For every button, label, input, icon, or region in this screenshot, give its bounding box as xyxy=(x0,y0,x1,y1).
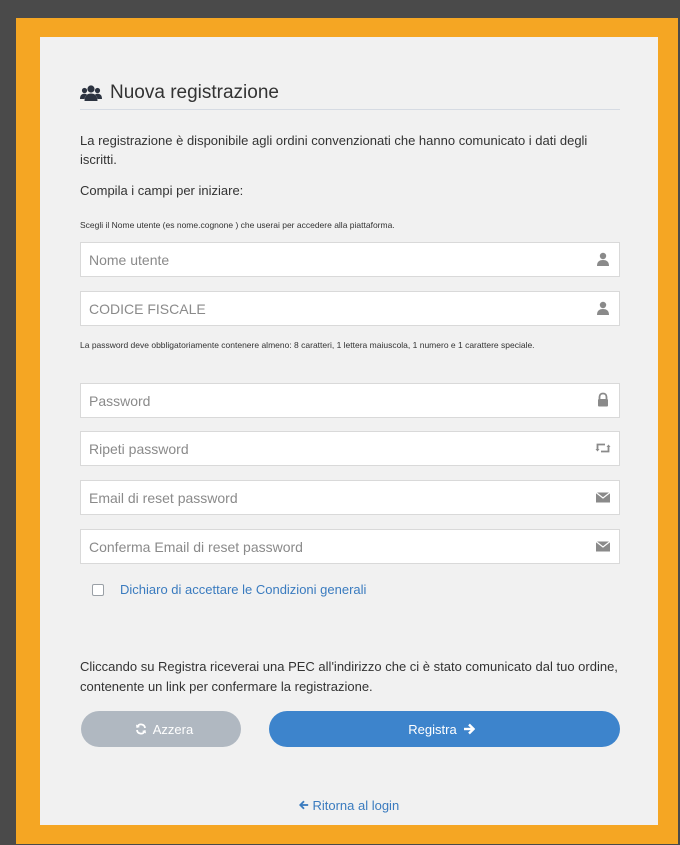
compila-text: Compila i campi per iniziare: xyxy=(80,183,244,198)
password-hint: La password deve obbligatoriamente conte… xyxy=(80,340,535,350)
username-field[interactable] xyxy=(80,242,620,277)
user-icon xyxy=(597,252,609,266)
intro-text: La registrazione è disponibile agli ordi… xyxy=(80,133,588,167)
register-button-label: Registra xyxy=(408,721,457,737)
page-title: Nuova registrazione xyxy=(110,82,279,103)
codice-fiscale-input[interactable] xyxy=(81,292,569,325)
pec-notice: Cliccando su Registra riceverai una PEC … xyxy=(80,659,618,694)
back-to-login-label: Ritorna al login xyxy=(312,798,400,813)
confirm-reset-email-field[interactable] xyxy=(80,529,620,564)
username-input[interactable] xyxy=(81,243,569,276)
reset-button-label: Azzera xyxy=(152,721,194,737)
password-input[interactable] xyxy=(81,384,569,417)
arrow-right-icon xyxy=(463,723,475,735)
back-to-login-link[interactable]: Ritorna al login xyxy=(40,798,658,813)
envelope-icon xyxy=(595,541,611,552)
lock-icon xyxy=(598,392,608,407)
users-icon xyxy=(80,85,102,101)
reset-button[interactable]: Azzera xyxy=(81,711,241,747)
username-hint: Scegli il Nome utente (es nome.cognone )… xyxy=(80,220,395,230)
user-icon xyxy=(597,301,609,315)
envelope-icon xyxy=(595,492,611,503)
page-title-row: Nuova registrazione xyxy=(80,77,620,110)
registration-card: Nuova registrazione La registrazione è d… xyxy=(40,37,658,825)
repeat-password-field[interactable] xyxy=(80,431,620,466)
retweet-icon xyxy=(595,443,611,453)
terms-checkbox[interactable] xyxy=(92,583,104,596)
terms-row[interactable]: Dichiaro di accettare le Condizioni gene… xyxy=(92,582,366,597)
terms-link[interactable]: Dichiaro di accettare le Condizioni gene… xyxy=(120,582,366,597)
refresh-icon xyxy=(135,723,146,735)
codice-fiscale-field[interactable] xyxy=(80,291,620,326)
repeat-password-input[interactable] xyxy=(81,432,569,465)
reset-email-field[interactable] xyxy=(80,480,620,515)
confirm-reset-email-input[interactable] xyxy=(81,530,569,563)
arrow-left-icon xyxy=(298,800,308,810)
password-field[interactable] xyxy=(80,383,620,418)
reset-email-input[interactable] xyxy=(81,481,569,514)
register-button[interactable]: Registra xyxy=(269,711,620,747)
